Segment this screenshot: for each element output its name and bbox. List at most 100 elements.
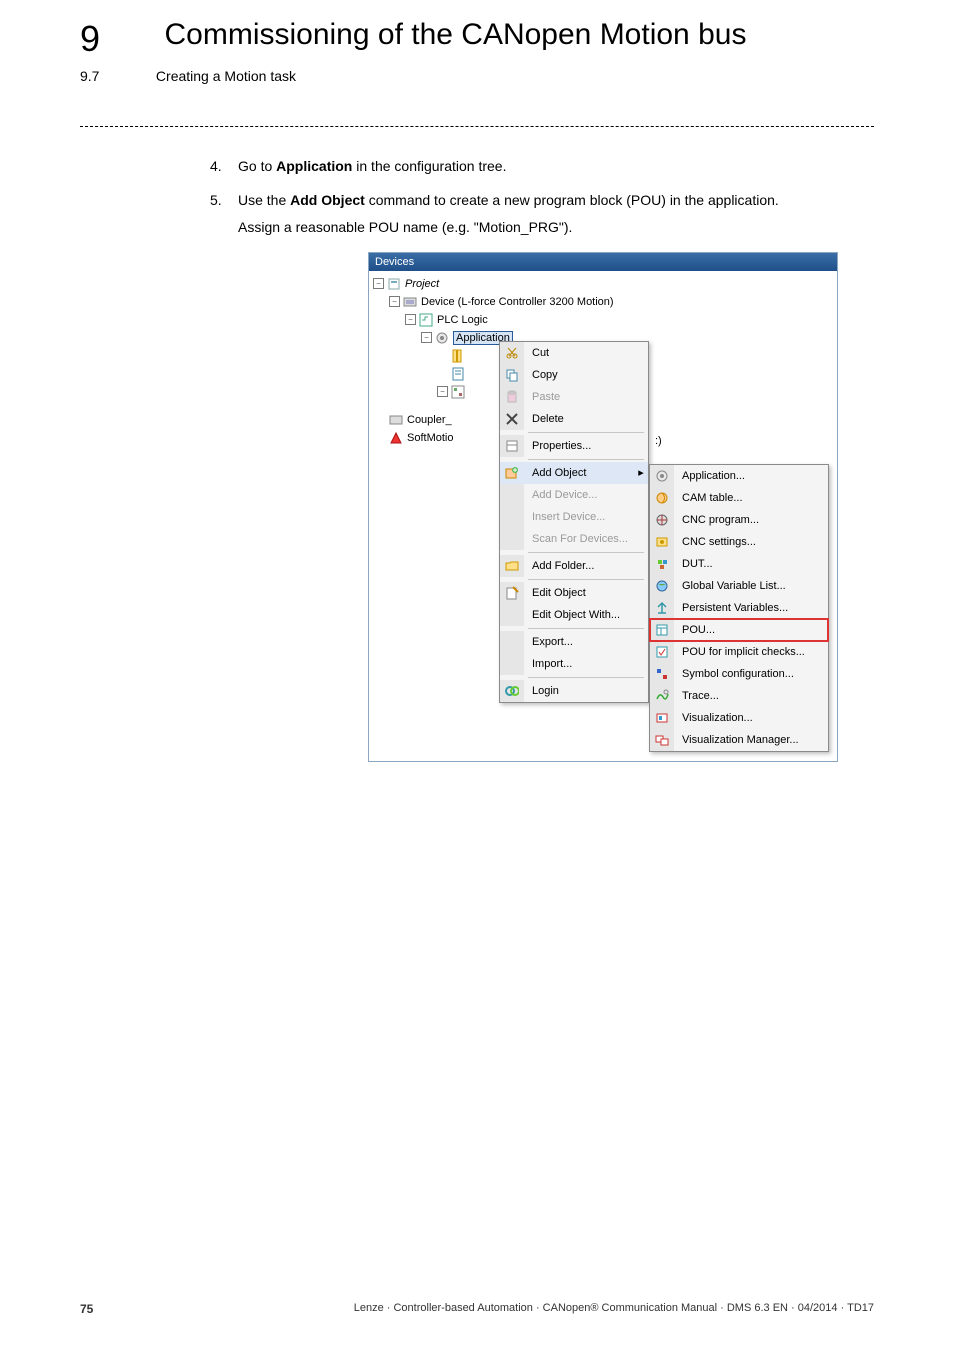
menu-label: CNC program...: [674, 514, 828, 526]
menu-item-application[interactable]: Application...: [650, 465, 828, 487]
properties-icon: [500, 435, 524, 457]
tree-row-plc[interactable]: − PLC Logic: [373, 311, 833, 329]
context-menu: Cut Copy Paste Delete: [499, 341, 649, 703]
step-4: 4. Go to Application in the configuratio…: [210, 157, 874, 177]
menu-item-pouimplicit[interactable]: POU for implicit checks...: [650, 641, 828, 663]
menu-label: Delete: [524, 413, 648, 425]
menu-item-properties[interactable]: Properties...: [500, 435, 648, 457]
task-config-icon: [451, 385, 465, 399]
menu-label: Persistent Variables...: [674, 602, 828, 614]
blank-icon: [500, 631, 524, 653]
menu-label: Edit Object With...: [524, 609, 648, 621]
menu-label: Cut: [524, 347, 648, 359]
menu-label: DUT...: [674, 558, 828, 570]
section-number: 9.7: [80, 68, 99, 84]
step-4-pre: Go to: [238, 158, 276, 174]
step-5-number: 5.: [210, 191, 238, 238]
menu-item-cncsettings[interactable]: CNC settings...: [650, 531, 828, 553]
menu-item-addobject[interactable]: Add Object ▸: [500, 462, 648, 484]
menu-label: Edit Object: [524, 587, 648, 599]
menu-item-trace[interactable]: Trace...: [650, 685, 828, 707]
menu-label: Properties...: [524, 440, 648, 452]
section-title: Creating a Motion task: [156, 68, 296, 84]
blank-icon: [500, 506, 524, 528]
menu-label: Import...: [524, 658, 648, 670]
divider: [80, 126, 874, 127]
menu-item-editobject[interactable]: Edit Object: [500, 582, 648, 604]
menu-label: Copy: [524, 369, 648, 381]
tree-label: Project: [405, 278, 439, 290]
application-icon: [650, 465, 674, 487]
menu-item-delete[interactable]: Delete: [500, 408, 648, 430]
collapse-icon[interactable]: −: [373, 278, 384, 289]
menu-label: POU...: [674, 624, 828, 636]
menu-item-vismanager[interactable]: Visualization Manager...: [650, 729, 828, 751]
menu-item-addfolder[interactable]: Add Folder...: [500, 555, 648, 577]
menu-separator: [528, 628, 644, 629]
menu-label: Global Variable List...: [674, 580, 828, 592]
dut-icon: [650, 553, 674, 575]
paste-icon: [500, 386, 524, 408]
file-icon: [451, 367, 465, 381]
plc-icon: [419, 313, 433, 327]
tree-label: Device (L-force Controller 3200 Motion): [421, 296, 614, 308]
tree-row-project[interactable]: − Project: [373, 275, 833, 293]
collapse-icon[interactable]: −: [389, 296, 400, 307]
chapter-title: Commissioning of the CANopen Motion bus: [164, 18, 746, 52]
menu-item-pou[interactable]: POU...: [650, 619, 828, 641]
delete-icon: [500, 408, 524, 430]
blank-icon: [500, 528, 524, 550]
menu-item-paste: Paste: [500, 386, 648, 408]
menu-item-editobjectwith[interactable]: Edit Object With...: [500, 604, 648, 626]
application-icon: [435, 331, 449, 345]
project-icon: [387, 277, 401, 291]
menu-label: Login: [524, 685, 648, 697]
blank-icon: [500, 604, 524, 626]
menu-label: POU for implicit checks...: [674, 646, 828, 658]
trace-icon: [650, 685, 674, 707]
pou-icon: [650, 619, 674, 641]
context-submenu-addobject: Application... CAM table... CNC program.…: [649, 464, 829, 752]
copy-icon: [500, 364, 524, 386]
menu-item-login[interactable]: Login: [500, 680, 648, 702]
cut-icon: [500, 342, 524, 364]
menu-separator: [528, 677, 644, 678]
submenu-arrow-icon: ▸: [634, 466, 648, 479]
edit-icon: [500, 582, 524, 604]
globe-icon: [650, 575, 674, 597]
menu-label: Export...: [524, 636, 648, 648]
folder-icon: [500, 555, 524, 577]
menu-item-camtable[interactable]: CAM table...: [650, 487, 828, 509]
symbol-icon: [650, 663, 674, 685]
menu-label: Visualization Manager...: [674, 734, 828, 746]
collapse-icon[interactable]: −: [421, 332, 432, 343]
persistent-icon: [650, 597, 674, 619]
menu-item-copy[interactable]: Copy: [500, 364, 648, 386]
cnc-icon: [650, 509, 674, 531]
collapse-icon[interactable]: −: [437, 386, 448, 397]
menu-item-gvl[interactable]: Global Variable List...: [650, 575, 828, 597]
pou-check-icon: [650, 641, 674, 663]
device-icon: [389, 413, 403, 427]
step-5-post: command to create a new program block (P…: [365, 192, 779, 208]
tree-label: Coupler_: [407, 414, 452, 426]
tree-row-device[interactable]: − Device (L-force Controller 3200 Motion…: [373, 293, 833, 311]
chapter-number: 9: [80, 18, 100, 60]
menu-item-import[interactable]: Import...: [500, 653, 648, 675]
menu-separator: [528, 579, 644, 580]
menu-label: Trace...: [674, 690, 828, 702]
library-icon: [451, 349, 465, 363]
menu-item-dut[interactable]: DUT...: [650, 553, 828, 575]
addobject-icon: [500, 462, 524, 484]
tree-label: PLC Logic: [437, 314, 488, 326]
step-4-number: 4.: [210, 157, 238, 177]
collapse-icon[interactable]: −: [405, 314, 416, 325]
menu-item-export[interactable]: Export...: [500, 631, 648, 653]
menu-item-symbolconf[interactable]: Symbol configuration...: [650, 663, 828, 685]
menu-item-cncprogram[interactable]: CNC program...: [650, 509, 828, 531]
vismanager-icon: [650, 729, 674, 751]
menu-item-cut[interactable]: Cut: [500, 342, 648, 364]
menu-item-persistent[interactable]: Persistent Variables...: [650, 597, 828, 619]
page-number: 75: [80, 1302, 93, 1316]
menu-item-visualization[interactable]: Visualization...: [650, 707, 828, 729]
